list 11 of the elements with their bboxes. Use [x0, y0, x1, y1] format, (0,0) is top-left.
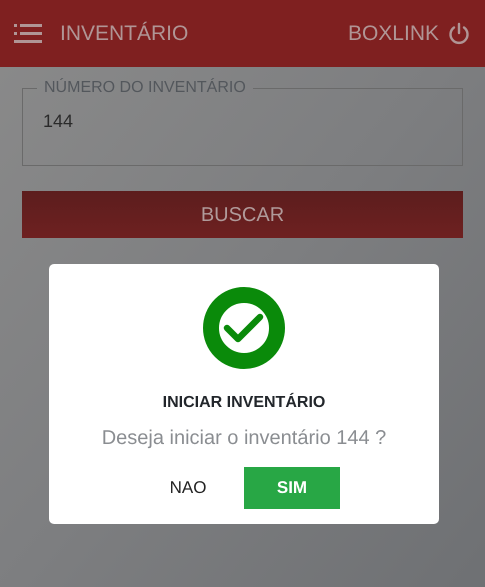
- checkmark-icon: [203, 287, 285, 369]
- power-icon[interactable]: [447, 22, 471, 46]
- field-value: 144: [43, 111, 74, 131]
- dialog-message: Deseja iniciar o inventário 144 ?: [102, 426, 386, 451]
- dialog-title: INICIAR INVENTÁRIO: [162, 392, 326, 413]
- menu-icon[interactable]: [14, 22, 44, 44]
- brand-name: BOXLINK: [348, 20, 439, 47]
- confirm-button[interactable]: SIM: [244, 467, 340, 509]
- search-button[interactable]: BUSCAR: [22, 191, 463, 238]
- page-title: INVENTÁRIO: [60, 20, 188, 47]
- cancel-button[interactable]: NAO: [148, 467, 228, 509]
